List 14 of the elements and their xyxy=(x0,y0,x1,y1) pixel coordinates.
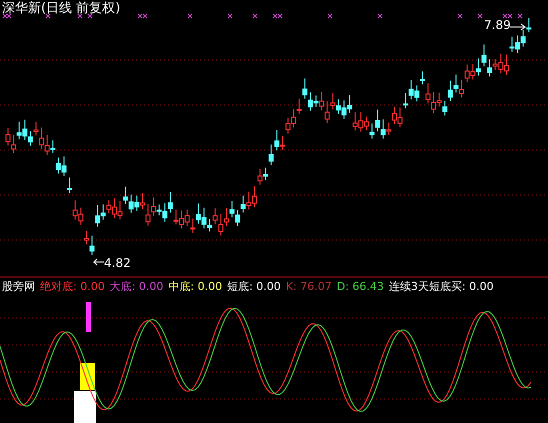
legend-item: 短底: 0.00 xyxy=(227,280,281,294)
legend-item: 大底: 0.00 xyxy=(110,280,164,294)
price-label: 7.89 xyxy=(484,18,511,32)
price-label: 4.82 xyxy=(104,256,131,270)
signal-bar xyxy=(86,302,91,332)
indicator-name: 股旁网 xyxy=(2,280,35,294)
legend-item: 中底: 0.00 xyxy=(168,280,222,294)
arrow-icon xyxy=(510,24,526,30)
legend-item: 连续3天短底买: 0.00 xyxy=(388,280,494,294)
arrow-icon xyxy=(92,258,104,266)
legend-item: K: 76.07 xyxy=(286,280,332,294)
chart-title: 深华新(日线 前复权) xyxy=(2,1,120,16)
legend-item: D: 66.43 xyxy=(336,280,384,294)
legend-item: 绝对底: 0.00 xyxy=(40,280,105,294)
